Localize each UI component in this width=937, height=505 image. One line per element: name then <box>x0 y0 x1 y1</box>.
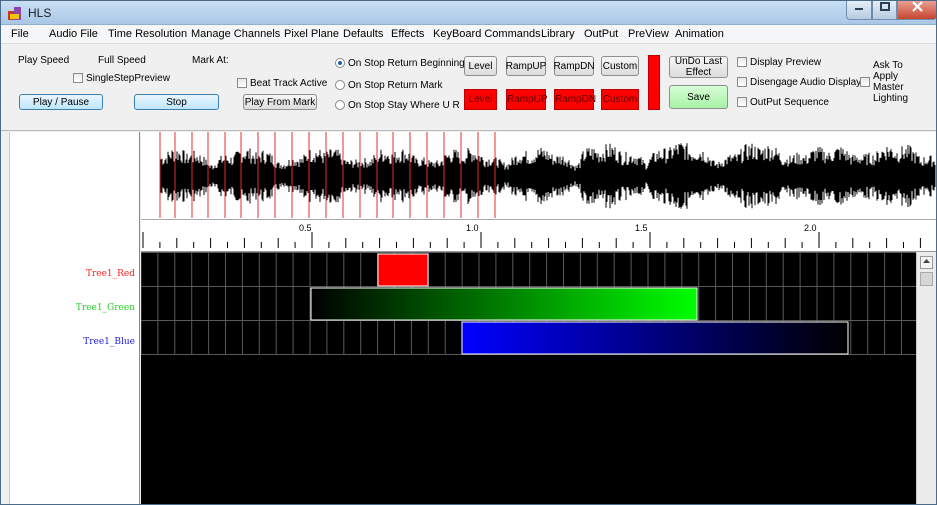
channel-label-blue[interactable]: Tree1_Blue <box>83 337 135 347</box>
chevron-up-icon <box>923 259 930 263</box>
channel-label-green[interactable]: Tree1_Green <box>76 303 135 313</box>
radio-return-mark[interactable] <box>335 80 345 90</box>
disengage-audio-checkbox[interactable] <box>737 77 747 87</box>
menu-library[interactable]: Library <box>541 28 575 40</box>
ruler-label-0-5: 0.5 <box>299 223 312 233</box>
time-ruler[interactable]: 0.5 1.0 1.5 2.0 <box>141 220 936 252</box>
play-from-mark-button[interactable]: Play From Mark <box>243 94 317 110</box>
maximize-button[interactable] <box>872 1 897 20</box>
menu-file[interactable]: File <box>11 28 29 40</box>
play-speed-label: Play Speed <box>18 55 70 66</box>
disengage-audio-label: Disengage Audio Display <box>750 77 862 88</box>
effect-blue-rampdn[interactable] <box>461 321 849 355</box>
control-toolbar: Play Speed Full Speed Mark At: SingleSte… <box>1 44 936 131</box>
close-icon <box>911 1 923 12</box>
rampup-color-swatch[interactable]: RampUP <box>506 89 548 110</box>
minimize-button[interactable] <box>846 1 872 20</box>
level-button[interactable]: Level <box>464 56 497 76</box>
display-preview-checkbox[interactable] <box>737 57 747 67</box>
channel-names-panel: Tree1_Red Tree1_Green Tree1_Blue <box>1 132 140 504</box>
menu-preview[interactable]: PreView <box>628 28 669 40</box>
output-sequence-label: OutPut Sequence <box>750 97 829 108</box>
output-sequence-checkbox[interactable] <box>737 97 747 107</box>
channel-label-red[interactable]: Tree1_Red <box>86 269 135 279</box>
waveform-display[interactable] <box>141 132 936 220</box>
sequence-grid[interactable] <box>140 252 916 504</box>
close-button[interactable] <box>897 1 936 20</box>
custom-button[interactable]: Custom <box>601 56 639 76</box>
menu-keyboard-commands[interactable]: KeyBoard Commands <box>433 28 541 40</box>
stop-button[interactable]: Stop <box>134 94 219 110</box>
rampup-button[interactable]: RampUP <box>506 56 546 76</box>
title-bar[interactable]: HLS <box>1 1 936 25</box>
display-preview-label: Display Preview <box>750 57 822 68</box>
custom-color-swatch[interactable]: Custom <box>601 89 639 110</box>
waveform-path <box>160 143 936 209</box>
menu-time-resolution[interactable]: Time Resolution <box>108 28 187 40</box>
radio-return-beginning[interactable] <box>335 58 345 68</box>
rampdn-button[interactable]: RampDN <box>553 56 595 76</box>
rampdn-color-swatch[interactable]: RampDN <box>554 89 596 110</box>
vertical-scrollbar[interactable] <box>916 252 936 504</box>
ruler-label-1-0: 1.0 <box>466 223 479 233</box>
full-speed-label[interactable]: Full Speed <box>98 55 146 66</box>
scroll-thumb[interactable] <box>920 272 933 286</box>
menu-manage-channels[interactable]: Manage Channels <box>191 28 280 40</box>
menu-bar: File Audio File Time Resolution Manage C… <box>1 25 936 44</box>
radio-return-beginning-label: On Stop Return Beginning <box>348 58 465 69</box>
window-title: HLS <box>28 6 52 20</box>
hls-app-icon <box>8 7 21 20</box>
main-window: HLS File Audio File Time Resolution Mana… <box>0 0 937 505</box>
ruler-label-1-5: 1.5 <box>635 223 648 233</box>
menu-output[interactable]: OutPut <box>584 28 618 40</box>
menu-animation[interactable]: Animation <box>675 28 724 40</box>
undo-last-effect-button[interactable]: UnDo Last Effect <box>669 56 728 78</box>
mark-at-label: Mark At: <box>192 55 229 66</box>
radio-stay-where[interactable] <box>335 100 345 110</box>
save-button[interactable]: Save <box>669 85 728 109</box>
waveform-svg <box>159 132 936 218</box>
scroll-up-button[interactable] <box>920 256 933 269</box>
ruler-label-2-0: 2.0 <box>804 223 817 233</box>
effect-red-level[interactable] <box>377 253 429 287</box>
radio-return-mark-label: On Stop Return Mark <box>348 80 443 91</box>
menu-audio-file[interactable]: Audio File <box>49 28 98 40</box>
ruler-ticks <box>142 232 921 248</box>
current-color-swatch[interactable] <box>648 55 660 110</box>
level-color-swatch[interactable]: Level <box>464 89 497 110</box>
left-edge-strip <box>1 132 10 504</box>
single-step-label: SingleStepPreview <box>86 73 170 84</box>
beat-track-label: Beat Track Active <box>250 78 328 89</box>
radio-stay-where-label: On Stop Stay Where U R <box>348 100 460 111</box>
effect-green-rampup[interactable] <box>310 287 698 321</box>
single-step-checkbox[interactable] <box>73 73 83 83</box>
play-pause-button[interactable]: Play / Pause <box>19 94 103 110</box>
menu-defaults[interactable]: Defaults <box>343 28 383 40</box>
ask-master-checkbox[interactable] <box>860 77 870 87</box>
minimize-icon <box>855 8 863 10</box>
menu-pixel-plane[interactable]: Pixel Plane <box>284 28 339 40</box>
menu-effects[interactable]: Effects <box>391 28 424 40</box>
ask-master-label: Ask To Apply Master Lighting <box>873 60 909 104</box>
beat-track-checkbox[interactable] <box>237 78 247 88</box>
maximize-icon <box>879 2 890 11</box>
sequence-grid-svg <box>140 252 916 355</box>
